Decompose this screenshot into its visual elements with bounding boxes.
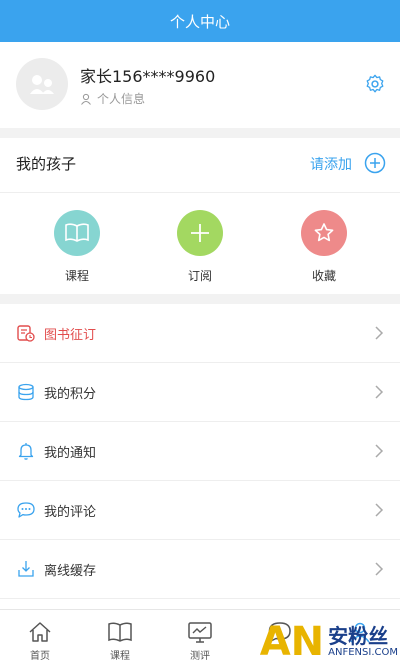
menu-list: 图书征订 我的积分 我的通知 我的评论 离线缓存	[0, 304, 400, 639]
quick-subscribe-label: 订阅	[187, 269, 212, 283]
home-icon	[29, 622, 51, 642]
divider	[0, 192, 400, 193]
profile-card[interactable]: 家长156****9960 个人信息	[0, 42, 400, 128]
watermark-logo: AN	[259, 619, 325, 665]
bottom-tab-bar: 首页 课程 测评 AN 安粉丝 ANFENSI.COM	[0, 609, 400, 668]
comment-icon	[17, 502, 35, 518]
quick-courses[interactable]: 课程	[37, 210, 117, 284]
personal-info-label: 个人信息	[97, 92, 146, 106]
download-icon	[18, 561, 34, 577]
quick-favorites[interactable]: 收藏	[284, 210, 364, 284]
book-icon	[54, 210, 100, 256]
menu-item-label: 离线缓存	[44, 564, 97, 579]
watermark-en: ANFENSI.COM	[328, 647, 398, 658]
my-children-section: 我的孩子 请添加 课程 订阅 收藏	[0, 138, 400, 294]
site-watermark: AN 安粉丝 ANFENSI.COM	[260, 622, 398, 662]
watermark-cn: 安粉丝	[328, 624, 389, 648]
avatar[interactable]	[16, 58, 68, 110]
bell-icon	[18, 443, 34, 460]
chevron-right-icon	[375, 385, 384, 399]
menu-item-label: 我的评论	[44, 505, 97, 520]
personal-info-link[interactable]: 个人信息	[80, 90, 145, 107]
menu-item-label: 我的通知	[44, 446, 97, 461]
settings-gear-icon[interactable]	[364, 73, 386, 95]
page-title: 个人中心	[169, 12, 230, 31]
tab-label: 首页	[30, 651, 50, 662]
menu-item-label: 图书征订	[44, 328, 97, 343]
menu-item-book-order[interactable]: 图书征订	[0, 304, 400, 363]
user-icon	[81, 93, 91, 105]
tab-label: 测评	[190, 651, 210, 662]
star-icon	[301, 210, 347, 256]
chevron-right-icon	[375, 503, 384, 517]
menu-item-offline-cache[interactable]: 离线缓存	[0, 540, 400, 599]
add-circle-icon[interactable]	[364, 152, 386, 174]
book-order-icon	[17, 325, 35, 342]
points-icon	[18, 383, 34, 401]
tab-assessment[interactable]: 测评	[160, 610, 240, 668]
menu-item-comments[interactable]: 我的评论	[0, 481, 400, 540]
tab-courses[interactable]: 课程	[80, 610, 160, 668]
book-icon	[108, 622, 132, 642]
menu-item-points[interactable]: 我的积分	[0, 363, 400, 422]
tab-label: 课程	[110, 651, 130, 662]
quick-favorites-label: 收藏	[311, 269, 336, 283]
chevron-right-icon	[375, 562, 384, 576]
quick-courses-label: 课程	[64, 269, 89, 283]
tab-home[interactable]: 首页	[0, 610, 80, 668]
username: 家长156****9960	[80, 67, 216, 86]
avatar-placeholder-icon	[30, 75, 54, 94]
chevron-right-icon	[375, 326, 384, 340]
my-children-title: 我的孩子	[16, 155, 77, 173]
plus-icon	[177, 210, 223, 256]
quick-subscribe[interactable]: 订阅	[160, 210, 240, 284]
menu-item-label: 我的积分	[44, 387, 97, 402]
page-header: 个人中心	[0, 0, 400, 42]
monitor-icon	[188, 622, 212, 643]
add-child-link[interactable]: 请添加	[310, 154, 352, 174]
menu-item-notifications[interactable]: 我的通知	[0, 422, 400, 481]
chevron-right-icon	[375, 444, 384, 458]
